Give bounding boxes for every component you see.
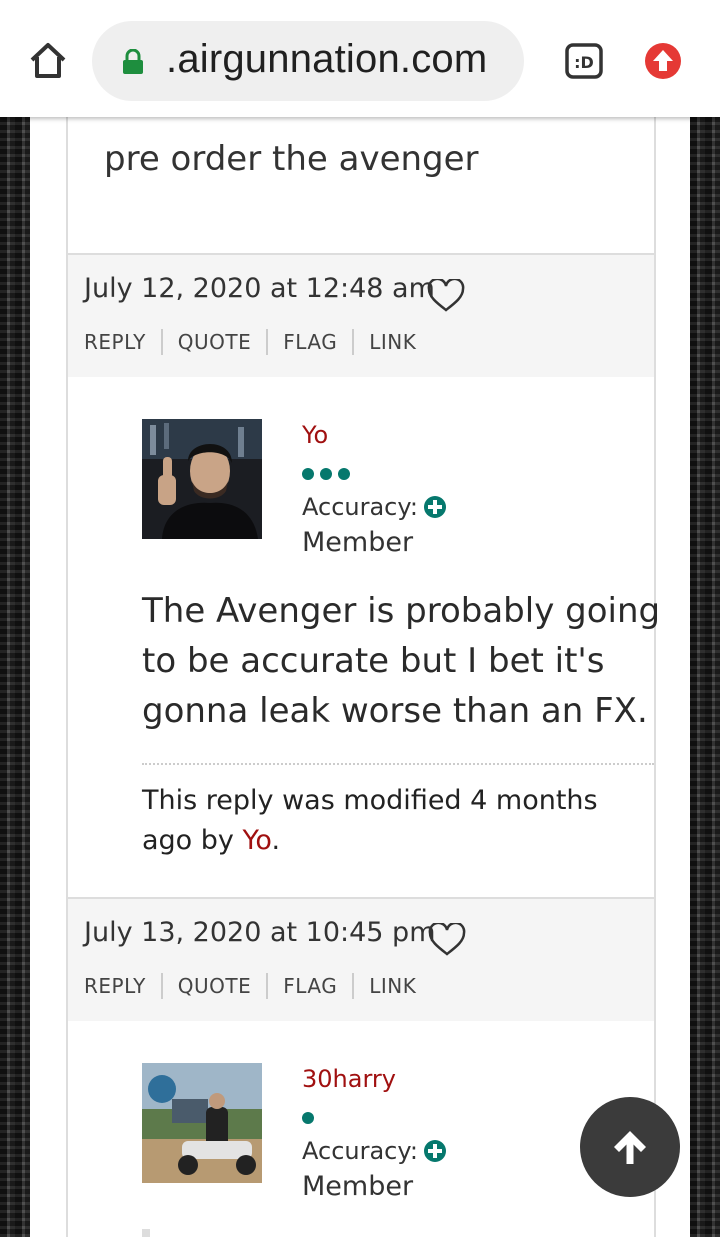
- url-text: .airgunnation.com: [166, 37, 488, 81]
- accuracy-label: Accuracy:: [302, 493, 418, 521]
- author-name[interactable]: 30harry: [302, 1065, 396, 1093]
- post-actions: REPLY QUOTE FLAG LINK: [84, 329, 431, 355]
- modified-note: This reply was modified 4 months ago by …: [142, 763, 654, 861]
- permalink-link[interactable]: LINK: [352, 973, 431, 999]
- reply-post: 30harry Accuracy: Member: [66, 1021, 656, 1237]
- address-bar[interactable]: .airgunnation.com: [92, 21, 524, 101]
- accuracy-row: Accuracy:: [302, 493, 446, 521]
- browser-toolbar: .airgunnation.com :D: [0, 0, 720, 117]
- post-meta: July 13, 2020 at 10:45 pm REPLY QUOTE FL…: [66, 897, 656, 1023]
- tab-label: :D: [574, 53, 594, 72]
- post-actions: REPLY QUOTE FLAG LINK: [84, 973, 431, 999]
- accuracy-row: Accuracy:: [302, 1137, 446, 1165]
- reply-link[interactable]: REPLY: [84, 329, 161, 355]
- author-name[interactable]: Yo: [302, 421, 328, 449]
- avatar[interactable]: [142, 419, 262, 539]
- rank-dot: [338, 468, 350, 480]
- plus-icon[interactable]: [423, 496, 446, 518]
- post-date: July 12, 2020 at 12:48 am: [84, 273, 435, 304]
- home-icon[interactable]: [28, 40, 68, 80]
- arrow-up-icon: [614, 1131, 646, 1164]
- reply-post: Yo Accuracy: Member The Avenger is proba…: [66, 377, 660, 899]
- rank-dot: [302, 1112, 314, 1124]
- quote-bar: [142, 1229, 150, 1237]
- lock-icon: [123, 49, 143, 74]
- accuracy-label: Accuracy:: [302, 1137, 418, 1165]
- rank-dot: [320, 468, 332, 480]
- avatar[interactable]: [142, 1063, 262, 1183]
- update-icon[interactable]: [644, 42, 682, 80]
- flag-link[interactable]: FLAG: [266, 329, 352, 355]
- reply-link[interactable]: REPLY: [84, 973, 161, 999]
- heart-icon[interactable]: [428, 923, 466, 957]
- modified-by-link[interactable]: Yo: [243, 825, 272, 856]
- flag-link[interactable]: FLAG: [266, 973, 352, 999]
- modified-text: This reply was modified 4 months ago by: [142, 785, 598, 856]
- tab-switcher-icon[interactable]: :D: [564, 42, 604, 80]
- post-meta: July 12, 2020 at 12:48 am REPLY QUOTE FL…: [66, 253, 656, 379]
- rank-dots: [302, 468, 350, 480]
- scroll-to-top-button[interactable]: [580, 1097, 680, 1197]
- quote-link[interactable]: QUOTE: [160, 329, 266, 355]
- member-role: Member: [302, 1171, 414, 1202]
- content-column: pre order the avenger July 12, 2020 at 1…: [30, 117, 690, 1237]
- reply-text: The Avenger is probably going to be accu…: [142, 591, 661, 731]
- post-date: July 13, 2020 at 10:45 pm: [84, 917, 436, 948]
- post-body-1: pre order the avenger: [66, 117, 656, 253]
- member-role: Member: [302, 527, 414, 558]
- quote-link[interactable]: QUOTE: [160, 973, 266, 999]
- permalink-link[interactable]: LINK: [352, 329, 431, 355]
- heart-icon[interactable]: [427, 279, 465, 313]
- modified-suffix: .: [271, 825, 281, 856]
- rank-dot: [302, 468, 314, 480]
- plus-icon[interactable]: [423, 1140, 446, 1162]
- post-text: pre order the avenger: [104, 139, 479, 179]
- rank-dots: [302, 1112, 314, 1124]
